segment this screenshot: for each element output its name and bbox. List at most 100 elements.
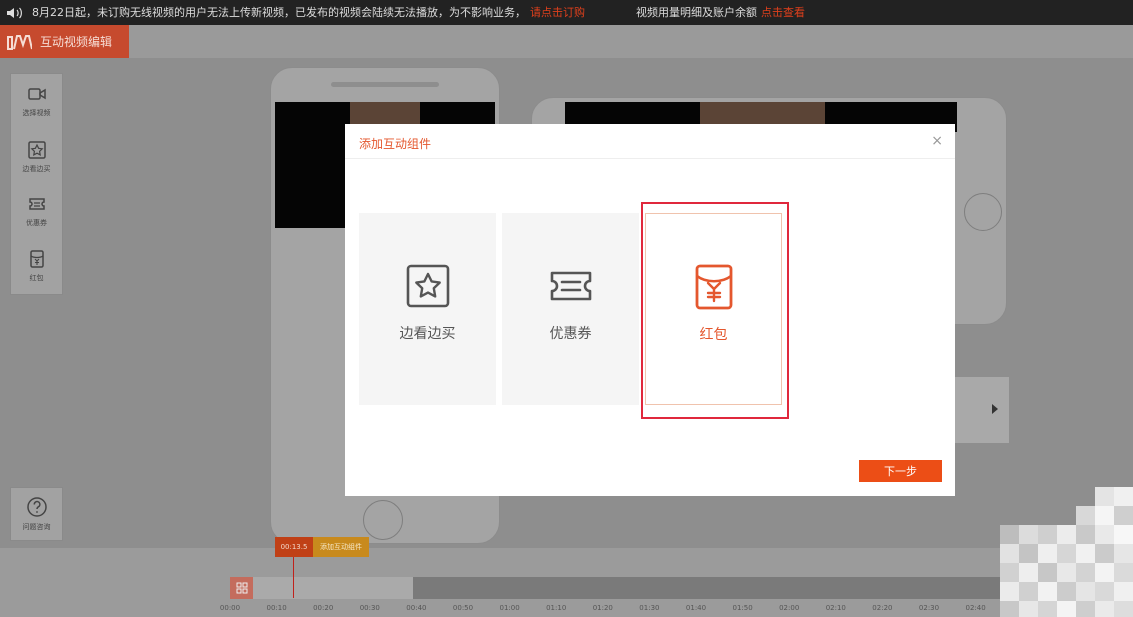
question-icon (26, 497, 47, 517)
sidebar-item-label: 优惠券 (26, 218, 47, 227)
mosaic-cell (1076, 582, 1095, 601)
mosaic-cell (1000, 601, 1019, 617)
video-camera-icon (27, 87, 46, 100)
video-thumbnail (350, 102, 420, 124)
timeline-tick: 00:30 (359, 604, 380, 612)
mosaic-cell (1095, 563, 1114, 582)
mosaic-cell (1019, 601, 1038, 617)
timeline-tick: 00:40 (406, 604, 427, 612)
logo-icon (7, 34, 32, 50)
mosaic-cell (1114, 601, 1133, 617)
timeline-tick: 01:40 (685, 604, 707, 612)
sidebar-item-label: 边看边买 (22, 164, 51, 173)
timeline-tick: 02:00 (779, 604, 800, 612)
dialog-title: 添加互动组件 (359, 137, 432, 151)
option-card-shop-while-watching[interactable]: 边看边买 (359, 213, 496, 405)
notice-message: 8月22日起，未订购无线视频的用户无法上传新视频，已发布的视频会陆续无法播放，为… (32, 6, 526, 19)
timeline-track[interactable] (230, 577, 1133, 599)
timeline-tick: 02:10 (825, 604, 846, 612)
mosaic-cell (1038, 563, 1057, 582)
red-envelope-icon (29, 249, 44, 268)
divider (345, 158, 955, 159)
timeline-tick: 00:00 (219, 604, 241, 612)
mosaic-cell (1095, 525, 1114, 544)
mosaic-cell (1019, 544, 1038, 563)
star-box-icon (406, 264, 449, 308)
brand: 互动视频编辑 (0, 25, 129, 58)
timeline-tick: 00:20 (313, 604, 334, 612)
timeline-tick: 01:10 (546, 604, 567, 612)
usage-notice: 视频用量明细及账户余额 点击查看 (636, 0, 805, 25)
playhead-marker[interactable] (293, 556, 294, 598)
timeline-tick: 00:10 (266, 604, 287, 612)
chevron-right-icon (992, 404, 998, 414)
app-title: 互动视频编辑 (40, 35, 113, 49)
phone-home-button (964, 193, 1002, 231)
current-time-chip: 00:13.5 (275, 537, 313, 557)
mosaic-cell (1019, 525, 1038, 544)
mosaic-cell (1038, 601, 1057, 617)
mosaic-cell (1095, 601, 1114, 617)
mosaic-cell (1057, 601, 1076, 617)
mosaic-cell (1038, 582, 1057, 601)
sidebar-item-label: 红包 (29, 273, 44, 282)
timeline-played (230, 577, 413, 599)
mosaic-cell (1114, 544, 1133, 563)
mosaic-cell (1057, 525, 1076, 544)
close-icon[interactable]: × (931, 133, 943, 149)
timeline-tick: 00:50 (452, 604, 474, 612)
timeline-tick: 01:50 (732, 604, 753, 612)
option-label: 边看边买 (399, 326, 456, 342)
sidebar-item-shop-while-watching[interactable]: 边看边买 (11, 130, 62, 183)
mosaic-cell (1019, 582, 1038, 601)
coupon-icon (28, 197, 45, 210)
next-arrow-button[interactable] (955, 377, 1009, 443)
usage-text: 视频用量明细及账户余额 (636, 6, 757, 19)
mosaic-cell (1057, 563, 1076, 582)
mosaic-cell (1000, 563, 1019, 582)
view-usage-link[interactable]: 点击查看 (761, 6, 805, 19)
mosaic-cell (1038, 525, 1057, 544)
sidebar-item-label: 选择视频 (22, 108, 51, 117)
mosaic-cell (1095, 582, 1114, 601)
mosaic-cell (1076, 563, 1095, 582)
timeline-tick: 01:00 (499, 604, 520, 612)
mosaic-cell (1076, 506, 1095, 525)
option-card-coupon[interactable]: 优惠券 (502, 213, 639, 405)
help-button[interactable]: 问题咨询 (10, 487, 63, 541)
mosaic-cell (1076, 601, 1095, 617)
selection-highlight (641, 202, 789, 419)
timeline-tick: 02:20 (872, 604, 893, 612)
help-label: 问题咨询 (22, 523, 51, 531)
sidebar-item-select-video[interactable]: 选择视频 (11, 74, 62, 127)
mosaic-cell (1076, 525, 1095, 544)
pixelated-area (1000, 487, 1133, 617)
notice-bar: 8月22日起，未订购无线视频的用户无法上传新视频，已发布的视频会陆续无法播放，为… (0, 0, 1133, 25)
app-header: 互动视频编辑 (0, 25, 1133, 58)
next-step-button[interactable]: 下一步 (859, 460, 942, 482)
timeline-ticks: 00:00 00:10 00:20 00:30 00:40 00:50 01:00 01:10… (220, 598, 1090, 616)
mosaic-cell (1114, 525, 1133, 544)
mosaic-cell (1095, 506, 1114, 525)
mosaic-cell (1000, 525, 1019, 544)
phone-speaker (331, 82, 439, 87)
mosaic-cell (1019, 563, 1038, 582)
subscribe-link[interactable]: 请点击订购 (530, 0, 585, 25)
speaker-icon (6, 6, 24, 20)
mosaic-cell (1095, 544, 1114, 563)
mosaic-cell (1057, 582, 1076, 601)
timeline-handle[interactable] (230, 577, 253, 599)
timeline-tick: 01:20 (592, 604, 613, 612)
mosaic-cell (1114, 563, 1133, 582)
sidebar: 选择视频 边看边买 优惠券 红包 (10, 73, 63, 295)
add-component-chip[interactable]: 添加互动组件 (313, 537, 369, 557)
timeline-tick: 02:30 (918, 604, 940, 612)
timeline-tick: 02:40 (965, 604, 986, 612)
coupon-icon (550, 271, 591, 301)
option-label: 优惠券 (549, 326, 592, 342)
star-box-icon (27, 140, 46, 159)
mosaic-cell (1038, 544, 1057, 563)
sidebar-item-coupon[interactable]: 优惠券 (11, 184, 62, 237)
sidebar-item-red-envelope[interactable]: 红包 (11, 239, 62, 292)
mosaic-cell (1000, 544, 1019, 563)
